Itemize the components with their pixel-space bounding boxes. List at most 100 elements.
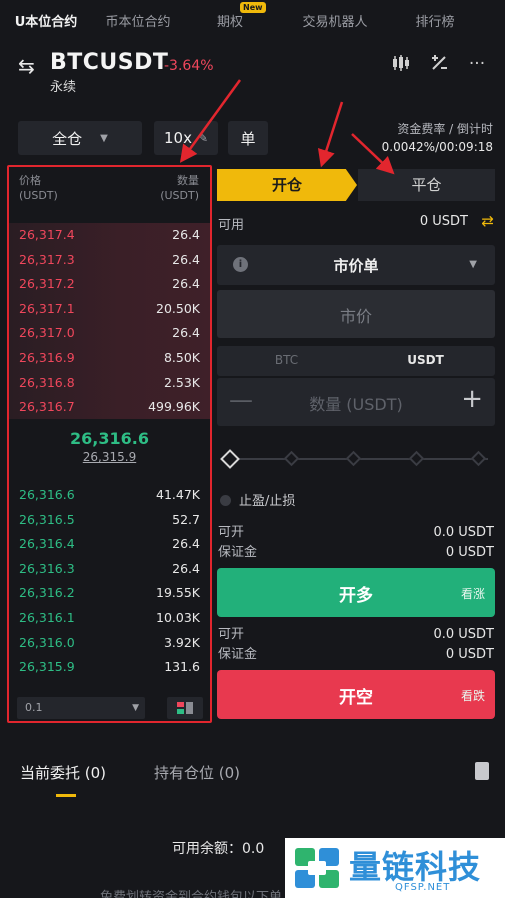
short-max-row: 可开 0.0 USDT: [218, 625, 494, 645]
quantity-input[interactable]: — 数量 (USDT) +: [217, 378, 495, 426]
ask-row[interactable]: 26,316.8 2.53K: [9, 371, 210, 396]
funding-rate-value: 0.0042%/00:09:18: [381, 140, 493, 154]
slider-handle[interactable]: [220, 449, 240, 469]
slider-step[interactable]: [283, 450, 300, 467]
qty-header: 数量 (USDT): [160, 173, 199, 203]
leverage-button[interactable]: 10x ✎: [154, 121, 218, 155]
ask-row[interactable]: 26,317.4 26.4: [9, 223, 210, 248]
tab-close-position[interactable]: 平仓: [358, 169, 495, 201]
long-margin-row: 保证金 0 USDT: [218, 543, 494, 563]
bid-qty: 52.7: [172, 511, 200, 527]
percentage-slider[interactable]: [220, 449, 490, 469]
leverage-label: 10x: [163, 129, 192, 147]
slider-step[interactable]: [470, 450, 487, 467]
ask-row[interactable]: 26,316.9 8.50K: [9, 346, 210, 371]
chevron-down-icon: ▼: [132, 703, 139, 713]
bid-qty: 19.55K: [156, 585, 200, 601]
more-icon[interactable]: ···: [466, 54, 488, 77]
plus-icon[interactable]: +: [461, 384, 483, 414]
margin-mode-select[interactable]: 全仓 ▼: [18, 121, 142, 155]
candlestick-icon[interactable]: [390, 54, 412, 77]
tab-leaderboard[interactable]: 排行榜: [394, 11, 476, 30]
unit-usdt[interactable]: USDT: [356, 353, 495, 367]
unit-btc[interactable]: BTC: [217, 353, 356, 367]
bid-price: 26,316.6: [19, 487, 75, 502]
long-max-label: 可开: [218, 525, 245, 540]
bid-price: 26,316.1: [19, 609, 75, 625]
bid-row[interactable]: 26,316.2 19.55K: [9, 581, 210, 606]
chevron-down-icon: ▼: [100, 132, 108, 144]
slider-step[interactable]: [408, 450, 425, 467]
bid-qty: 131.6: [164, 659, 200, 675]
precision-select[interactable]: 0.1 ▼: [17, 697, 145, 719]
price-input[interactable]: 市价: [217, 290, 495, 338]
ask-price: 26,316.9: [19, 349, 75, 365]
tab-open-position[interactable]: 开仓: [217, 169, 357, 201]
bid-row[interactable]: 26,316.0 3.92K: [9, 631, 210, 656]
bid-row[interactable]: 26,315.9 131.6: [9, 655, 210, 680]
ask-qty: 26.4: [172, 325, 200, 341]
available-balance: 可用余额：0.0: [172, 841, 265, 857]
chevron-down-icon: ▼: [469, 259, 477, 270]
ask-qty: 8.50K: [163, 349, 200, 365]
watermark: 量链科技 QFSP.NET: [285, 838, 505, 898]
margin-mode-label: 全仓: [52, 129, 83, 148]
ask-row[interactable]: 26,317.0 26.4: [9, 321, 210, 346]
funding-rate-label: 资金费率 / 倒计时: [397, 122, 493, 136]
bid-price: 26,316.0: [19, 634, 75, 650]
tab-coin-futures[interactable]: 币本位合约: [92, 11, 184, 30]
ask-row[interactable]: 26,317.1 20.50K: [9, 297, 210, 322]
header-icons: ···: [390, 54, 488, 77]
long-margin-value: 0 USDT: [445, 545, 494, 560]
unit-toggle: BTC USDT: [217, 346, 495, 376]
tab-trading-bots[interactable]: 交易机器人: [276, 11, 394, 30]
open-long-button[interactable]: 开多 看涨: [217, 568, 495, 617]
price-change: -3.64%: [164, 58, 214, 74]
long-max-row: 可开 0.0 USDT: [218, 523, 494, 543]
watermark-url: QFSP.NET: [395, 882, 451, 893]
tab-positions[interactable]: 持有仓位 (0): [154, 762, 240, 783]
qfsp-logo-icon: [295, 848, 339, 888]
edit-icon: ✎: [197, 131, 209, 145]
ask-qty: 26.4: [172, 276, 200, 292]
tab-usdt-futures[interactable]: U本位合约: [0, 11, 92, 30]
tp-sl-toggle[interactable]: 止盈/止损: [220, 490, 295, 509]
bid-row[interactable]: 26,316.1 10.03K: [9, 606, 210, 631]
bid-price: 26,316.4: [19, 536, 75, 552]
bid-row[interactable]: 26,316.5 52.7: [9, 508, 210, 533]
document-icon[interactable]: [475, 762, 489, 780]
mark-price: 26,315.9: [82, 450, 137, 464]
ask-row[interactable]: 26,316.7 499.96K: [9, 395, 210, 420]
ask-row[interactable]: 26,317.3 26.4: [9, 248, 210, 273]
slider-step[interactable]: [345, 450, 362, 467]
book-layout-button[interactable]: [167, 697, 203, 719]
short-max-value: 0.0 USDT: [433, 627, 494, 642]
calculator-icon[interactable]: [428, 54, 450, 77]
symbol-name[interactable]: BTCUSDT: [50, 50, 168, 75]
tab-options[interactable]: 期权 New: [184, 1, 276, 30]
mid-price[interactable]: 26,316.6 26,315.9: [9, 429, 210, 464]
short-margin-value: 0 USDT: [445, 647, 494, 662]
bid-qty: 26.4: [172, 536, 200, 552]
price-placeholder: 市价: [339, 307, 372, 326]
short-max-label: 可开: [218, 627, 245, 642]
tab-options-label: 期权: [216, 14, 243, 30]
long-max-value: 0.0 USDT: [433, 525, 494, 540]
open-short-button[interactable]: 开空 看跌: [217, 670, 495, 719]
long-margin-label: 保证金: [218, 545, 258, 560]
available-label: 可用: [218, 218, 245, 233]
bid-price: 26,316.5: [19, 511, 75, 527]
order-type-select[interactable]: i 市价单 ▼: [217, 245, 495, 285]
position-mode-label: 单: [240, 129, 256, 148]
ask-row[interactable]: 26,317.2 26.4: [9, 272, 210, 297]
position-mode-button[interactable]: 单: [228, 121, 268, 155]
transfer-icon[interactable]: ⇄: [481, 212, 494, 230]
tab-open-orders[interactable]: 当前委托 (0): [20, 762, 106, 783]
ask-qty: 26.4: [172, 227, 200, 242]
order-book: 价格 (USDT) 数量 (USDT) 26,317.4 26.4 26,317.…: [7, 165, 212, 723]
bid-row[interactable]: 26,316.4 26.4: [9, 532, 210, 557]
bid-row[interactable]: 26,316.6 41.47K: [9, 483, 210, 508]
bid-row[interactable]: 26,316.3 26.4: [9, 557, 210, 582]
swap-icon[interactable]: ⇆: [18, 54, 35, 78]
tp-sl-label: 止盈/止损: [239, 494, 296, 509]
